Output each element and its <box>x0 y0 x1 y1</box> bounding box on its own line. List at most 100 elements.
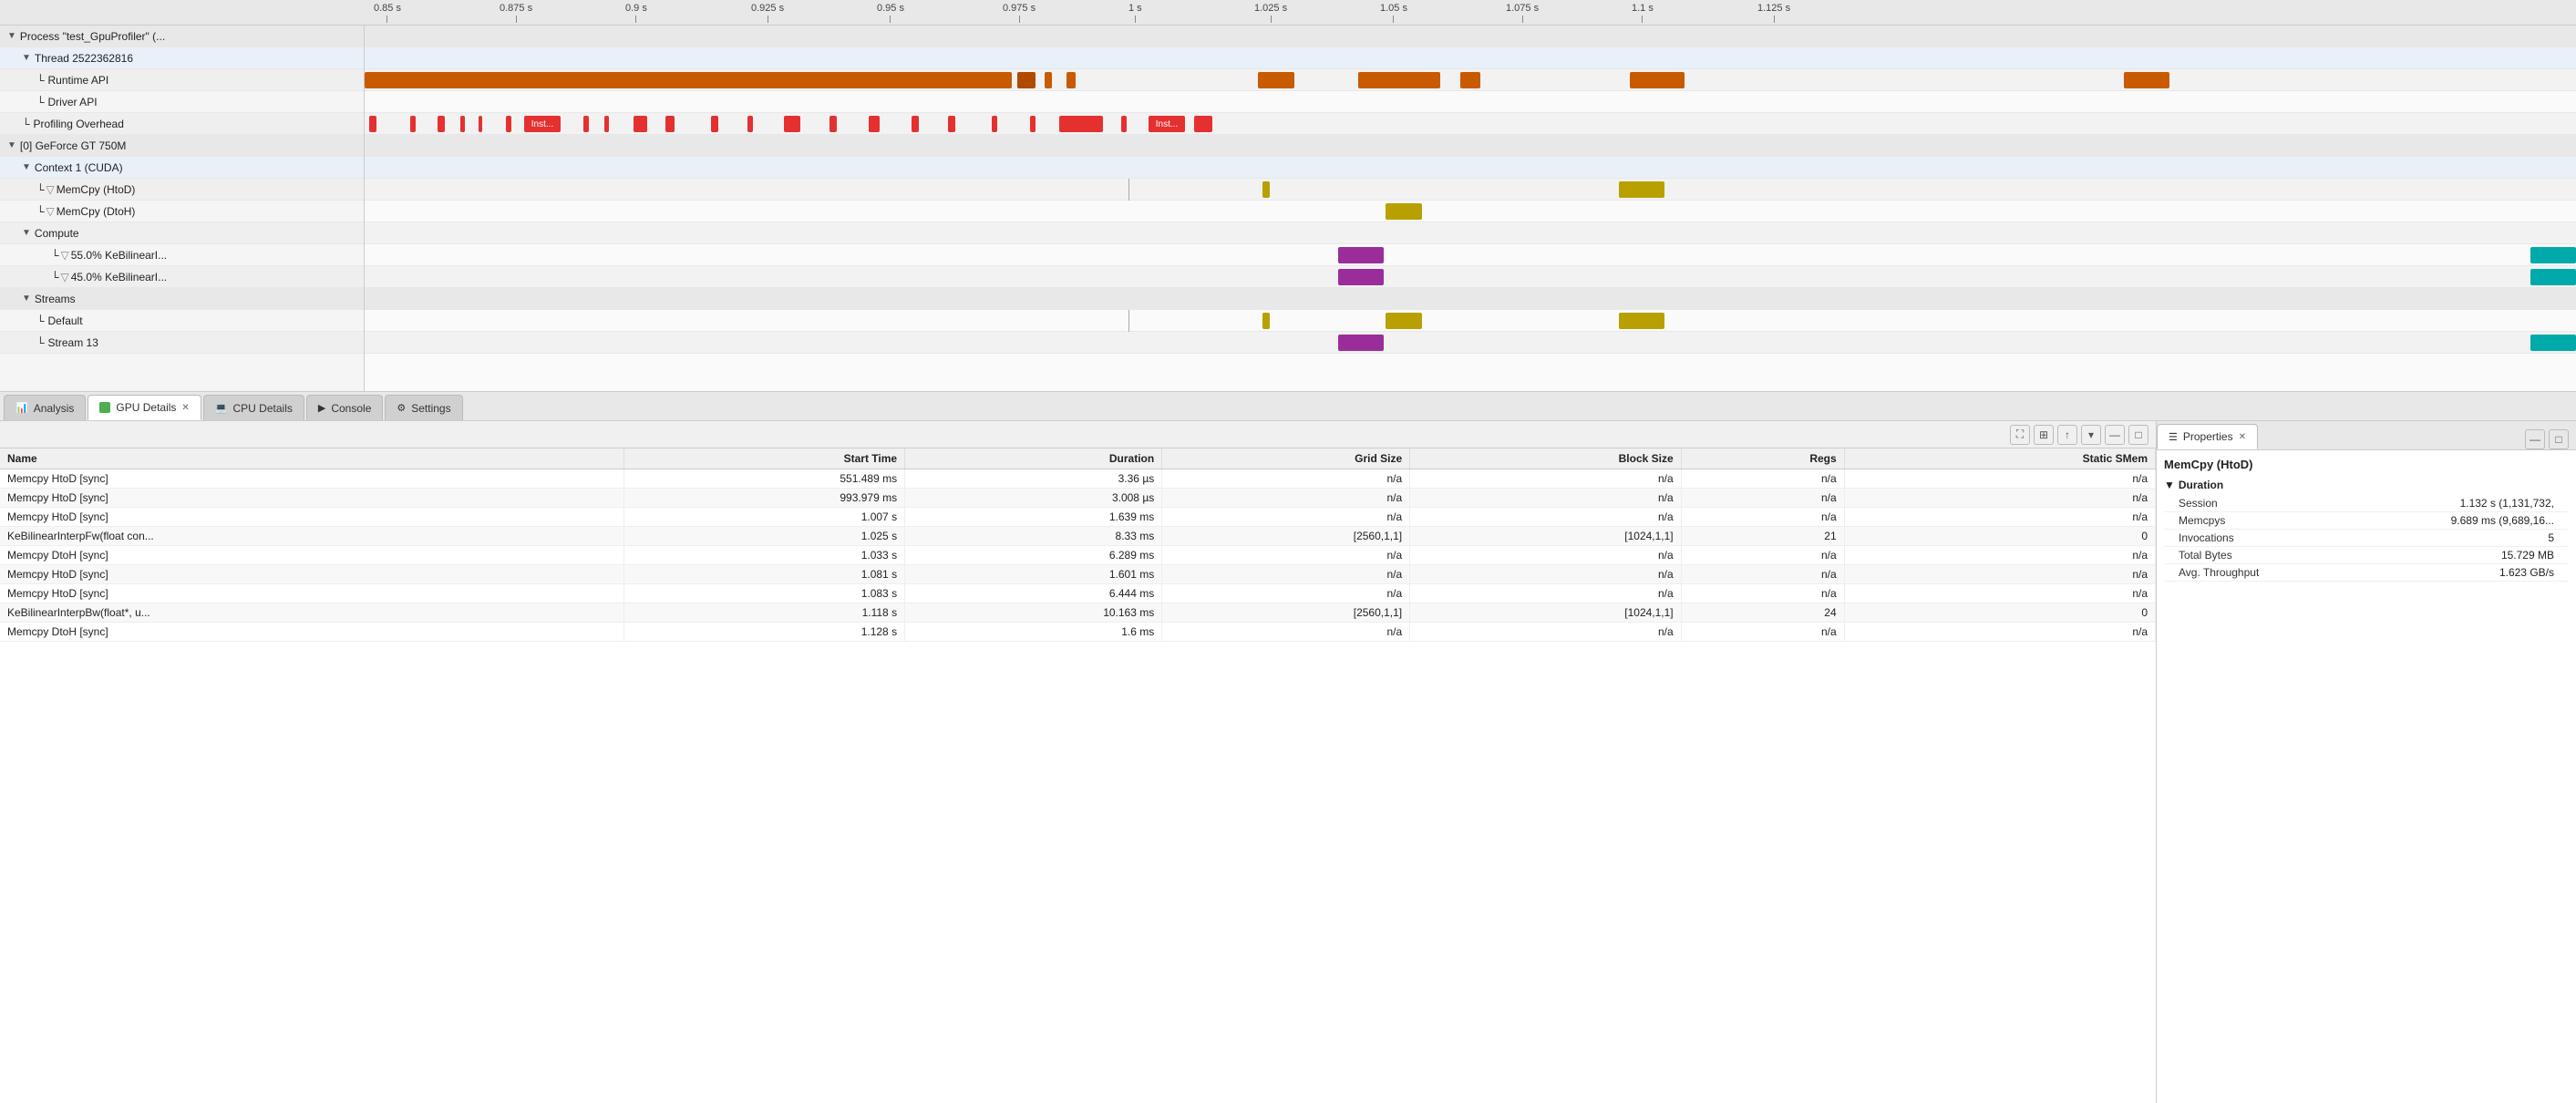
track-runtime-api-bar5[interactable] <box>1258 72 1294 88</box>
prof-bar-8[interactable] <box>604 116 609 132</box>
table-row[interactable]: Memcpy DtoH [sync]1.128 s1.6 msn/an/an/a… <box>0 623 2156 642</box>
tree-row-profiling[interactable]: └ Profiling Overhead <box>0 113 364 135</box>
track-runtime-api-bar4[interactable] <box>1066 72 1076 88</box>
tree-row-55pct[interactable]: └ ▽ 55.0% KeBilinearI... <box>0 244 364 266</box>
compute-55-teal[interactable] <box>2530 247 2576 263</box>
tab-console[interactable]: ▶ Console <box>306 395 384 420</box>
col-header-smem[interactable]: Static SMem <box>1844 448 2155 469</box>
table-row[interactable]: Memcpy HtoD [sync]551.489 ms3.36 µsn/an/… <box>0 469 2156 489</box>
default-bar-2[interactable] <box>1386 313 1422 329</box>
track-runtime-api-bar8[interactable] <box>1630 72 1685 88</box>
dtoh-bar-1[interactable] <box>1386 203 1422 220</box>
prof-bar-19[interactable] <box>1030 116 1036 132</box>
prof-bar-16[interactable] <box>912 116 919 132</box>
expand-icon-streams[interactable]: ▼ <box>22 294 31 304</box>
tab-analysis[interactable]: 📊 Analysis <box>4 395 86 420</box>
prof-bar-22[interactable] <box>1194 116 1212 132</box>
track-runtime-api-bar[interactable] <box>365 72 1012 88</box>
tree-row-context[interactable]: ▼ Context 1 (CUDA) <box>0 157 364 179</box>
track-runtime-api-bar2[interactable] <box>1017 72 1036 88</box>
expand-icon-geforce[interactable]: ▼ <box>7 140 16 150</box>
prof-bar-12[interactable] <box>747 116 753 132</box>
table-row[interactable]: KeBilinearInterpBw(float*, u...1.118 s10… <box>0 603 2156 623</box>
table-scroll-area[interactable]: Name Start Time Duration Grid Size Block… <box>0 448 2156 1103</box>
expand-icon-process[interactable]: ▼ <box>7 31 16 41</box>
compute-55-bar[interactable] <box>1338 247 1384 263</box>
prof-bar-10[interactable] <box>665 116 675 132</box>
htod-bar-2[interactable] <box>1619 181 1664 198</box>
expand-icon-context[interactable]: ▼ <box>22 162 31 172</box>
tab-gpu-close[interactable]: ✕ <box>181 403 189 413</box>
tab-properties[interactable]: ☰ Properties ✕ <box>2157 424 2258 449</box>
tree-row-memcpy-htod[interactable]: └ ▽ MemCpy (HtoD) <box>0 179 364 201</box>
compute-45-teal[interactable] <box>2530 269 2576 285</box>
toolbar-group-btn[interactable]: ⊞ <box>2034 425 2054 445</box>
tree-row-driver-api[interactable]: └ Driver API <box>0 91 364 113</box>
tree-row-thread[interactable]: ▼ Thread 2522362816 <box>0 47 364 69</box>
prof-bar-6[interactable] <box>506 116 511 132</box>
col-header-regs[interactable]: Regs <box>1681 448 1844 469</box>
properties-maximize-btn[interactable]: □ <box>2549 429 2569 449</box>
prof-bar-13[interactable] <box>784 116 800 132</box>
tree-row-streams[interactable]: ▼ Streams <box>0 288 364 310</box>
tree-row-default[interactable]: └ Default <box>0 310 364 332</box>
tab-settings[interactable]: ⚙ Settings <box>385 395 462 420</box>
tree-row-stream13[interactable]: └ Stream 13 <box>0 332 364 354</box>
toolbar-export-btn[interactable]: ↑ <box>2057 425 2077 445</box>
tree-row-memcpy-dtoh[interactable]: └ ▽ MemCpy (DtoH) <box>0 201 364 222</box>
table-row[interactable]: Memcpy HtoD [sync]993.979 ms3.008 µsn/an… <box>0 489 2156 508</box>
prof-bar-18[interactable] <box>992 116 997 132</box>
prof-bar-inst1[interactable]: Inst... <box>524 116 561 132</box>
default-bar-1[interactable] <box>1262 313 1270 329</box>
toolbar-minimize-btn[interactable]: — <box>2105 425 2125 445</box>
prof-bar-1[interactable] <box>369 116 376 132</box>
stream13-purple[interactable] <box>1338 335 1384 351</box>
toolbar-maximize-btn[interactable]: □ <box>2128 425 2148 445</box>
tree-row-geforce[interactable]: ▼ [0] GeForce GT 750M <box>0 135 364 157</box>
prof-bar-4[interactable] <box>460 116 465 132</box>
prof-bar-17[interactable] <box>948 116 955 132</box>
table-row[interactable]: Memcpy HtoD [sync]1.081 s1.601 msn/an/an… <box>0 565 2156 584</box>
prof-bar-2[interactable] <box>410 116 416 132</box>
prof-bar-21[interactable] <box>1121 116 1127 132</box>
tree-row-45pct[interactable]: └ ▽ 45.0% KeBilinearI... <box>0 266 364 288</box>
track-runtime-api-bar9[interactable] <box>2124 72 2169 88</box>
default-bar-3[interactable] <box>1619 313 1664 329</box>
prof-bar-3[interactable] <box>438 116 445 132</box>
htod-bar-1[interactable] <box>1262 181 1270 198</box>
tree-row-runtime-api[interactable]: └ Runtime API <box>0 69 364 91</box>
col-header-block[interactable]: Block Size <box>1410 448 1682 469</box>
toolbar-dropdown-btn[interactable]: ▾ <box>2081 425 2101 445</box>
tab-cpu-details[interactable]: 💻 CPU Details <box>203 395 304 420</box>
toolbar-filter-btn[interactable]: ⛶ <box>2010 425 2030 445</box>
prof-bar-20[interactable] <box>1059 116 1103 132</box>
col-header-grid[interactable]: Grid Size <box>1162 448 1410 469</box>
tree-row-process[interactable]: ▼ Process "test_GpuProfiler" (... <box>0 26 364 47</box>
track-runtime-api-bar6[interactable] <box>1358 72 1440 88</box>
table-row[interactable]: KeBilinearInterpFw(float con...1.025 s8.… <box>0 527 2156 546</box>
table-row[interactable]: Memcpy DtoH [sync]1.033 s6.289 msn/an/an… <box>0 546 2156 565</box>
expand-icon-thread[interactable]: ▼ <box>22 53 31 63</box>
prof-bar-7[interactable] <box>583 116 589 132</box>
prof-bar-14[interactable] <box>829 116 837 132</box>
table-row[interactable]: Memcpy HtoD [sync]1.007 s1.639 msn/an/an… <box>0 508 2156 527</box>
tab-gpu-details[interactable]: GPU Details ✕ <box>88 395 201 420</box>
tree-row-compute[interactable]: ▼ Compute <box>0 222 364 244</box>
properties-minimize-btn[interactable]: — <box>2525 429 2545 449</box>
stream13-teal[interactable] <box>2530 335 2576 351</box>
prof-bar-11[interactable] <box>711 116 718 132</box>
prof-bar-5[interactable] <box>479 116 482 132</box>
col-header-name[interactable]: Name <box>0 448 624 469</box>
col-header-duration[interactable]: Duration <box>905 448 1162 469</box>
properties-tab-close[interactable]: ✕ <box>2239 432 2246 442</box>
prof-bar-15[interactable] <box>869 116 880 132</box>
track-runtime-api-bar3[interactable] <box>1045 72 1052 88</box>
compute-45-bar[interactable] <box>1338 269 1384 285</box>
col-header-start[interactable]: Start Time <box>624 448 905 469</box>
track-runtime-api-bar7[interactable] <box>1460 72 1480 88</box>
expand-icon-compute[interactable]: ▼ <box>22 228 31 238</box>
properties-section-header[interactable]: ▼ Duration <box>2164 479 2569 491</box>
prof-bar-9[interactable] <box>634 116 647 132</box>
prof-bar-inst2[interactable]: Inst... <box>1149 116 1185 132</box>
table-row[interactable]: Memcpy HtoD [sync]1.083 s6.444 msn/an/an… <box>0 584 2156 603</box>
